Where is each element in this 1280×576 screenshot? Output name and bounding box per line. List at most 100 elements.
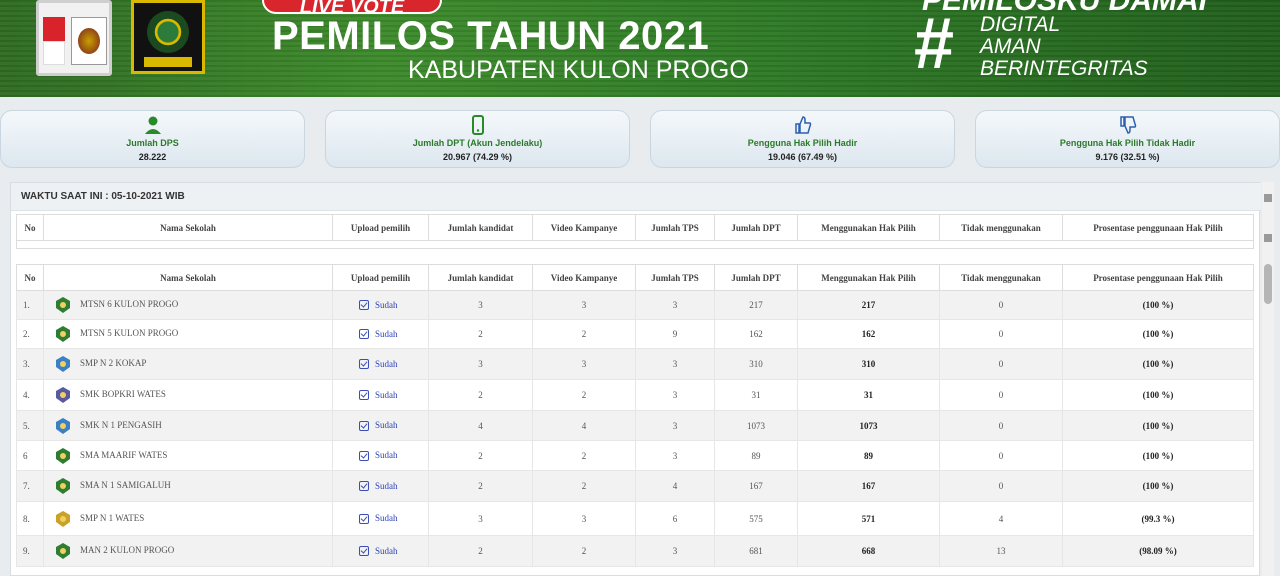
cell-menggunakan: 571 xyxy=(797,501,940,536)
thumbs-down-icon xyxy=(1119,116,1136,134)
table-row: 6 SMA MAARIF WATES Sudah 2 2 3 89 89 0 (100 %) xyxy=(16,440,1254,471)
cell-prosentase: (100 %) xyxy=(1062,440,1254,471)
cell-no: 1. xyxy=(16,290,44,320)
scroll-down-icon[interactable] xyxy=(1264,234,1272,242)
upload-status-link[interactable]: Sudah xyxy=(375,546,398,556)
cell-upload[interactable]: Sudah xyxy=(332,410,429,441)
check-square-icon xyxy=(359,546,369,557)
card-tidak-hadir: Pengguna Hak Pilih Tidak Hadir 9.176 (32… xyxy=(975,110,1280,168)
card-jumlah-dps: Jumlah DPS 28.222 xyxy=(0,110,305,168)
upload-status-link[interactable]: Sudah xyxy=(375,420,398,430)
user-icon xyxy=(144,116,161,134)
cell-tidak: 0 xyxy=(939,379,1063,411)
upload-status-link[interactable]: Sudah xyxy=(375,329,398,339)
tagline-lines: DIGITAL AMAN BERINTEGRITAS xyxy=(980,14,1148,80)
cell-upload[interactable]: Sudah xyxy=(332,501,429,536)
hashtag-icon: # xyxy=(914,4,955,84)
cell-tidak: 0 xyxy=(939,348,1063,380)
cell-kandidat: 4 xyxy=(428,410,533,441)
cell-no: 8. xyxy=(16,501,44,536)
cell-video: 3 xyxy=(532,501,636,536)
cell-menggunakan: 668 xyxy=(797,535,940,567)
school-logo-icon xyxy=(56,297,70,313)
cell-prosentase: (99.3 %) xyxy=(1062,501,1254,536)
cell-menggunakan: 1073 xyxy=(797,410,940,441)
cell-kandidat: 2 xyxy=(428,379,533,411)
cell-prosentase: (100 %) xyxy=(1062,379,1254,411)
cell-upload[interactable]: Sudah xyxy=(332,535,429,567)
cell-video: 2 xyxy=(532,440,636,471)
cell-tidak: 0 xyxy=(939,470,1063,502)
cell-tps: 3 xyxy=(635,535,715,567)
header-banner: LIVE VOTE PEMILOS TAHUN 2021 KABUPATEN K… xyxy=(0,0,1280,97)
cell-school: SMA MAARIF WATES xyxy=(43,440,333,471)
check-square-icon xyxy=(359,450,369,461)
column-header-prosentase: Prosentase penggunaan Hak Pilih xyxy=(1062,214,1254,241)
school-name: SMP N 1 WATES xyxy=(80,512,145,523)
upload-status-link[interactable]: Sudah xyxy=(375,390,398,400)
cell-menggunakan: 31 xyxy=(797,379,940,411)
cell-school: SMK BOPKRI WATES xyxy=(43,379,333,411)
cell-tidak: 13 xyxy=(939,535,1063,567)
card-label: Jumlah DPT (Akun Jendelaku) xyxy=(412,138,543,148)
cell-kandidat: 2 xyxy=(428,440,533,471)
school-logo-icon xyxy=(56,326,70,342)
cell-upload[interactable]: Sudah xyxy=(332,348,429,380)
cell-prosentase: (100 %) xyxy=(1062,410,1254,441)
school-name: SMA MAARIF WATES xyxy=(80,449,168,460)
cell-upload[interactable]: Sudah xyxy=(332,470,429,502)
cell-school: SMP N 1 WATES xyxy=(43,501,333,536)
school-name: SMA N 1 SAMIGALUH xyxy=(80,480,171,491)
card-label: Pengguna Hak Pilih Hadir xyxy=(747,138,858,148)
column-header-menggunakan: Menggunakan Hak Pilih xyxy=(797,264,940,291)
card-value: 9.176 (32.51 %) xyxy=(1095,152,1160,162)
table-row: 8. SMP N 1 WATES Sudah 3 3 6 575 571 4 (99.3 %) xyxy=(16,501,1254,536)
cell-tidak: 0 xyxy=(939,319,1063,349)
cell-no: 3. xyxy=(16,348,44,380)
cell-dpt: 1073 xyxy=(714,410,798,441)
column-header-menggunakan: Menggunakan Hak Pilih xyxy=(797,214,940,241)
cell-upload[interactable]: Sudah xyxy=(332,319,429,349)
tagline-line: BERINTEGRITAS xyxy=(980,57,1148,80)
school-name: SMK N 1 PENGASIH xyxy=(80,419,162,430)
cell-dpt: 89 xyxy=(714,440,798,471)
cell-video: 3 xyxy=(532,290,636,320)
cell-upload[interactable]: Sudah xyxy=(332,440,429,471)
cell-menggunakan: 89 xyxy=(797,440,940,471)
table-row: 9. MAN 2 KULON PROGO Sudah 2 2 3 681 668 13 (98.0… xyxy=(16,535,1254,567)
cell-kandidat: 2 xyxy=(428,319,533,349)
cell-kandidat: 3 xyxy=(428,501,533,536)
cell-dpt: 167 xyxy=(714,470,798,502)
upload-status-link[interactable]: Sudah xyxy=(375,450,398,460)
school-name: SMP N 2 KOKAP xyxy=(80,358,147,369)
cell-upload[interactable]: Sudah xyxy=(332,379,429,411)
table-row: 4. SMK BOPKRI WATES Sudah 2 2 3 31 31 0 (100 %) xyxy=(16,379,1254,411)
check-square-icon xyxy=(359,390,369,401)
check-square-icon xyxy=(359,420,369,431)
scroll-up-icon[interactable] xyxy=(1264,194,1272,202)
cell-kandidat: 3 xyxy=(428,290,533,320)
cell-school: MTSN 5 KULON PROGO xyxy=(43,319,333,349)
upload-status-link[interactable]: Sudah xyxy=(375,513,398,523)
table-row: 2. MTSN 5 KULON PROGO Sudah 2 2 9 162 162 0 (100 … xyxy=(16,319,1254,349)
column-header-kandidat: Jumlah kandidat xyxy=(428,214,533,241)
upload-status-link[interactable]: Sudah xyxy=(375,359,398,369)
cell-dpt: 217 xyxy=(714,290,798,320)
cell-upload[interactable]: Sudah xyxy=(332,290,429,320)
scrollbar[interactable] xyxy=(1262,182,1274,576)
column-header-tidak: Tidak menggunakan xyxy=(939,264,1063,291)
sticky-table-header: No Nama Sekolah Upload pemilih Jumlah ka… xyxy=(16,214,1254,249)
column-header-kandidat: Jumlah kandidat xyxy=(428,264,533,291)
cell-no: 7. xyxy=(16,470,44,502)
cell-kandidat: 2 xyxy=(428,470,533,502)
school-logo-icon xyxy=(56,510,70,527)
card-label: Pengguna Hak Pilih Tidak Hadir xyxy=(1059,138,1196,148)
upload-status-link[interactable]: Sudah xyxy=(375,300,398,310)
column-header-no: No xyxy=(16,264,44,291)
cell-tps: 3 xyxy=(635,379,715,411)
page-subtitle: KABUPATEN KULON PROGO xyxy=(408,56,749,84)
cell-school: SMK N 1 PENGASIH xyxy=(43,410,333,441)
column-header-tps: Jumlah TPS xyxy=(635,264,715,291)
scrollbar-thumb[interactable] xyxy=(1264,264,1272,304)
upload-status-link[interactable]: Sudah xyxy=(375,481,398,491)
